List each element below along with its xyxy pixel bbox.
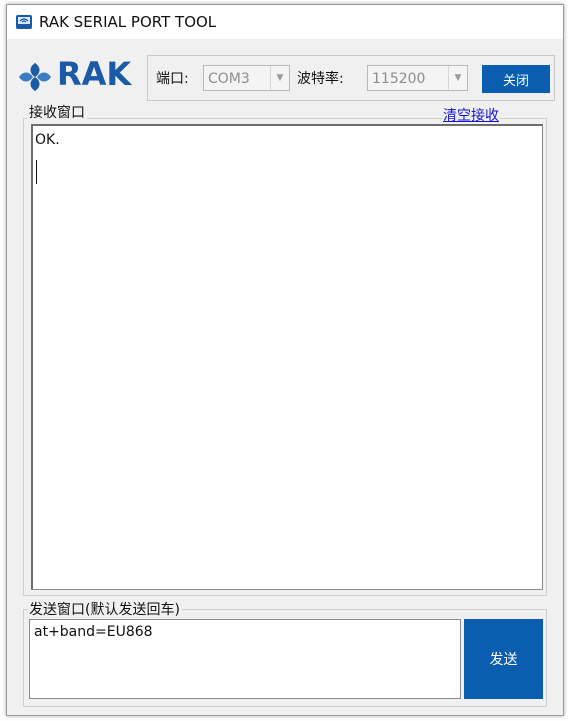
send-button[interactable]: 发送	[464, 619, 543, 699]
baud-rate-label: 波特率:	[297, 71, 344, 87]
rak-logo-text: RAK	[57, 55, 132, 93]
baud-rate-select-value: 115200	[372, 71, 426, 87]
window-title: RAK SERIAL PORT TOOL	[39, 13, 217, 31]
text-cursor	[36, 160, 37, 184]
title-bar[interactable]: RAK SERIAL PORT TOOL	[7, 5, 563, 39]
receive-content: OK.	[35, 132, 60, 148]
send-window-label: 发送窗口(默认发送回车)	[27, 599, 182, 619]
port-label: 端口:	[156, 71, 189, 87]
close-port-button[interactable]: 关闭	[482, 65, 550, 93]
baud-rate-select[interactable]: 115200 ▼	[367, 65, 468, 91]
port-settings-group: 端口: COM3 ▼ 波特率: 115200 ▼ 关闭	[147, 55, 555, 101]
receive-textarea[interactable]: OK.	[31, 124, 543, 590]
rak-logo-icon	[19, 63, 51, 91]
chevron-down-icon[interactable]: ▼	[270, 66, 289, 90]
serial-port-app-icon	[16, 15, 32, 29]
chevron-down-icon[interactable]: ▼	[448, 66, 467, 90]
rak-logo: RAK	[17, 55, 137, 97]
port-select[interactable]: COM3 ▼	[203, 65, 290, 91]
receive-window-label: 接收窗口	[27, 102, 87, 122]
port-select-value: COM3	[208, 71, 250, 87]
app-window: RAK SERIAL PORT TOOL RAK 端口: COM3 ▼ 波特率:…	[6, 4, 564, 716]
clear-receive-link[interactable]: 清空接收	[443, 105, 499, 125]
send-input[interactable]: at+band=EU868	[29, 619, 461, 699]
